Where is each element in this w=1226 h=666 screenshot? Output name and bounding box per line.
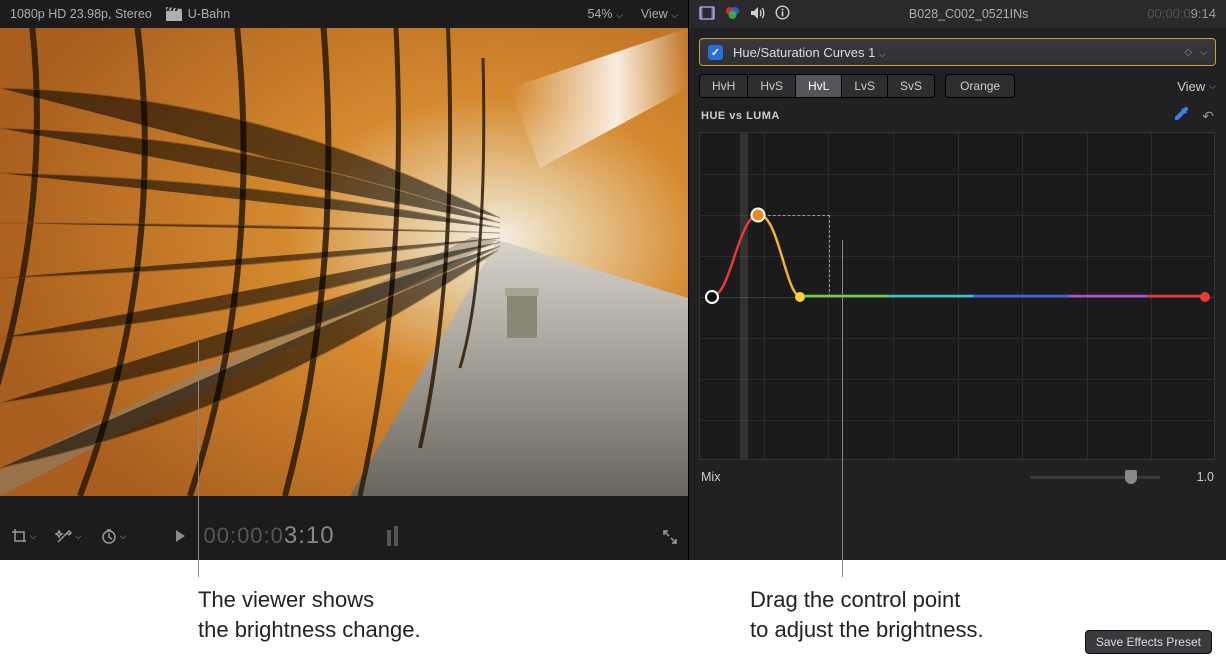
timecode-lit: 3:10 [284,522,335,549]
eyedropper-icon[interactable] [1174,106,1190,126]
viewer-pane: 1080p HD 23.98p, Stereo U-Bahn 54% ⌵ Vie… [0,0,688,560]
effect-title-bar[interactable]: Hue/Saturation Curves 1 ⌵ ◇ ⌵ [699,38,1216,66]
enhance-tool-dropdown[interactable]: ⌵ [55,527,82,545]
callout-line-right [842,240,843,577]
zoom-dropdown[interactable]: 54% ⌵ [587,7,622,21]
viewer-canvas[interactable] [0,28,688,496]
audio-meter [387,526,398,546]
curve-view-dropdown[interactable]: View ⌵ [1177,79,1216,94]
reset-curve-icon[interactable]: ↶ [1202,108,1214,125]
clip-name: U-Bahn [188,7,230,21]
view-dropdown[interactable]: View ⌵ [641,7,678,21]
inspector-timecode: 00:00:09:14 [1147,6,1216,22]
curve-title: HUE vs LUMA [701,110,780,122]
fullscreen-button[interactable] [662,529,678,550]
audio-inspector-icon[interactable] [750,6,765,23]
retime-tool-dropdown[interactable]: ⌵ [100,527,127,545]
control-point-peak[interactable] [751,208,766,223]
tab-svs[interactable]: SvS [888,75,934,97]
viewer-header: 1080p HD 23.98p, Stereo U-Bahn 54% ⌵ Vie… [0,0,688,28]
mix-slider[interactable] [1030,470,1160,484]
callout-line-left [198,342,199,577]
inspector-clip-name: B028_C002_0521INs [909,7,1029,21]
tab-hvs[interactable]: HvS [748,75,796,97]
tab-lvs[interactable]: LvS [842,75,888,97]
control-point-start[interactable] [705,290,719,304]
curve-type-segmented[interactable]: HvH HvS HvL LvS SvS [699,74,935,98]
curve-path [700,133,1214,459]
timecode-dim: 00:00:0 [203,523,283,548]
save-effects-preset-button[interactable]: Save Effects Preset [1085,630,1212,654]
inspector-header: B028_C002_0521INs 00:00:09:14 [689,0,1226,28]
effect-menu-chevron[interactable]: ⌵ [1200,47,1207,58]
mix-value: 1.0 [1174,470,1214,484]
caption-left: The viewer shows the brightness change. [198,585,421,644]
prev-next-correction[interactable]: ◇ [1184,47,1190,58]
tab-hvl[interactable]: HvL [796,75,842,97]
mix-row: Mix 1.0 [699,460,1216,494]
curve-tab-row: HvH HvS HvL LvS SvS Orange View ⌵ [699,74,1216,98]
video-inspector-icon[interactable] [699,6,715,23]
caption-right: Drag the control point to adjust the bri… [750,585,984,644]
app-window: 1080p HD 23.98p, Stereo U-Bahn 54% ⌵ Vie… [0,0,1226,560]
curve-graph[interactable] [699,132,1215,460]
clapboard-icon: U-Bahn [166,7,230,21]
info-inspector-icon[interactable] [775,5,790,23]
control-point-yellow[interactable] [795,292,805,302]
color-preset-button[interactable]: Orange [945,74,1015,98]
inspector-pane: B028_C002_0521INs 00:00:09:14 Hue/Satura… [688,0,1226,560]
effect-name-dropdown[interactable]: Hue/Saturation Curves 1 ⌵ [733,45,886,60]
color-inspector-icon[interactable] [725,5,740,23]
preview-image [0,28,688,496]
format-label: 1080p HD 23.98p, Stereo [10,7,152,21]
effect-enable-checkbox[interactable] [708,45,723,60]
timecode-display[interactable]: 00:00:03:10 [203,522,334,550]
crop-tool-dropdown[interactable]: ⌵ [10,527,37,545]
viewer-toolbar: ⌵ ⌵ ⌵ 00:00:03:10 [0,496,688,560]
control-point-end[interactable] [1200,292,1210,302]
play-button[interactable] [176,530,185,542]
mix-label: Mix [701,470,720,484]
curve-panel: HUE vs LUMA ↶ [699,104,1216,560]
tab-hvh[interactable]: HvH [700,75,748,97]
